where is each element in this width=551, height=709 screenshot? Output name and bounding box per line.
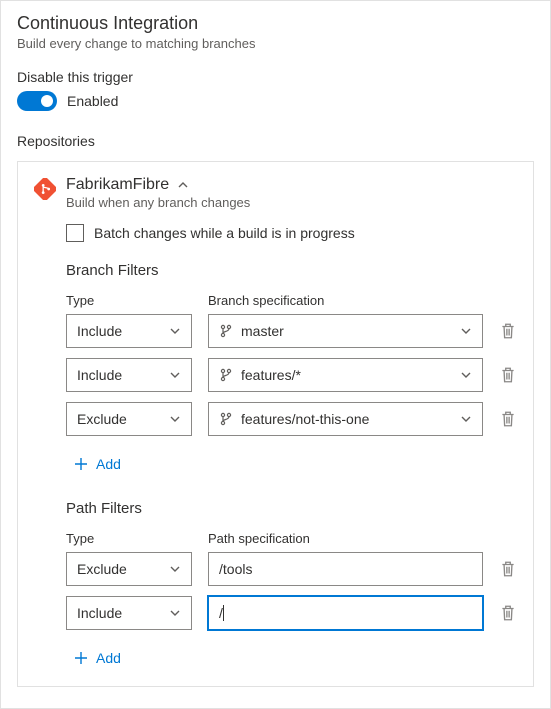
path-type-select[interactable]: Include [66,596,192,630]
branch-type-select[interactable]: Exclude [66,402,192,436]
repo-description: Build when any branch changes [66,195,250,210]
path-spec-input[interactable]: / [208,596,483,630]
path-spec-value: /tools [219,561,252,577]
chevron-down-icon [169,563,181,575]
branch-spec-select[interactable]: master [208,314,483,348]
chevron-up-icon [177,179,189,191]
page-subtitle: Build every change to matching branches [17,36,534,51]
branch-filter-row: Include features/* [66,358,517,392]
add-label: Add [96,456,121,472]
chevron-down-icon [460,325,472,337]
path-type-column-label: Type [66,531,192,546]
trigger-toggle[interactable] [17,91,57,111]
branch-spec-select[interactable]: features/not-this-one [208,402,483,436]
delete-icon[interactable] [499,410,517,428]
delete-icon[interactable] [499,604,517,622]
path-type-select[interactable]: Exclude [66,552,192,586]
chevron-down-icon [169,607,181,619]
batch-changes-checkbox[interactable] [66,224,84,242]
delete-icon[interactable] [499,560,517,578]
add-branch-filter-button[interactable]: Add [74,456,121,472]
chevron-down-icon [169,413,181,425]
branch-type-value: Exclude [77,411,127,427]
plus-icon [74,651,88,665]
path-filters-heading: Path Filters [66,500,517,517]
repo-expand-toggle[interactable]: FabrikamFibre [66,176,250,194]
chevron-down-icon [169,325,181,337]
path-type-value: Include [77,605,122,621]
path-spec-value: / [219,605,224,621]
branch-spec-value: features/* [241,367,301,383]
chevron-down-icon [460,413,472,425]
branch-type-value: Include [77,367,122,383]
path-filter-row: Exclude /tools [66,552,517,586]
branch-icon [219,324,233,338]
branch-icon [219,368,233,382]
git-icon [34,178,56,200]
path-filter-row: Include / [66,596,517,630]
add-path-filter-button[interactable]: Add [74,650,121,666]
chevron-down-icon [169,369,181,381]
branch-spec-value: features/not-this-one [241,411,369,427]
branch-type-select[interactable]: Include [66,314,192,348]
path-type-value: Exclude [77,561,127,577]
repository-card: FabrikamFibre Build when any branch chan… [17,161,534,687]
path-spec-input[interactable]: /tools [208,552,483,586]
branch-filter-row: Exclude features/not-this-one [66,402,517,436]
branch-type-column-label: Type [66,293,192,308]
plus-icon [74,457,88,471]
trigger-state-label: Enabled [67,93,118,109]
branch-filters-heading: Branch Filters [66,262,517,279]
chevron-down-icon [460,369,472,381]
path-spec-column-label: Path specification [208,531,517,546]
branch-filter-row: Include master [66,314,517,348]
branch-spec-column-label: Branch specification [208,293,517,308]
page-title: Continuous Integration [17,13,534,34]
branch-type-value: Include [77,323,122,339]
batch-changes-label: Batch changes while a build is in progre… [94,225,355,241]
repositories-label: Repositories [17,133,534,149]
branch-type-select[interactable]: Include [66,358,192,392]
repo-name: FabrikamFibre [66,176,169,194]
branch-icon [219,412,233,426]
add-label: Add [96,650,121,666]
disable-trigger-label: Disable this trigger [17,69,534,85]
branch-spec-value: master [241,323,284,339]
delete-icon[interactable] [499,322,517,340]
branch-spec-select[interactable]: features/* [208,358,483,392]
delete-icon[interactable] [499,366,517,384]
